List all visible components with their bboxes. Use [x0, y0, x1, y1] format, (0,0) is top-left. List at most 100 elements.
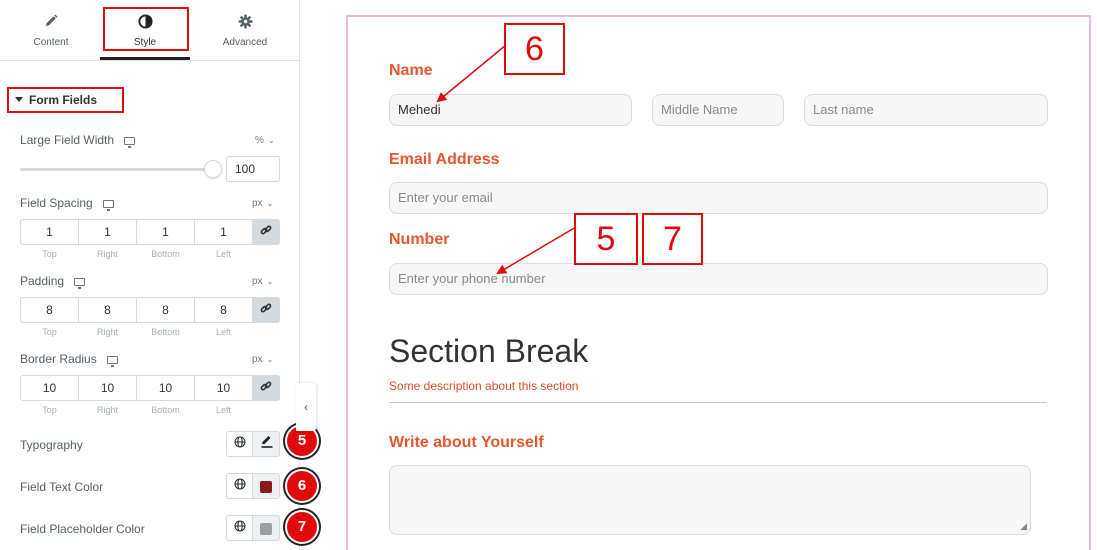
typography-edit-button[interactable] — [253, 431, 280, 457]
tab-style[interactable]: Style — [100, 0, 190, 60]
border-radius-label: Border Radius — [20, 352, 118, 367]
pencil-icon — [6, 14, 96, 30]
field-spacing-bottom[interactable]: 1 — [136, 219, 195, 245]
caret-down-icon — [15, 97, 23, 103]
border-radius-bottom[interactable]: 10 — [136, 375, 195, 401]
editor-panel: Content Style Advanced Form Fields Large… — [0, 0, 319, 550]
about-textarea[interactable]: ◢ — [389, 465, 1031, 535]
globe-icon[interactable] — [226, 431, 253, 457]
field-spacing-left[interactable]: 1 — [194, 219, 253, 245]
field-placeholder-color-control — [226, 515, 280, 541]
panel-tabs: Content Style Advanced — [0, 0, 300, 61]
dim-label-bottom: Bottom — [151, 249, 180, 259]
field-spacing-dimensions: 1 1 1 1 Top Right Bottom Left — [20, 219, 280, 259]
padding-left[interactable]: 8 — [194, 297, 253, 323]
tab-advanced-label: Advanced — [222, 37, 268, 48]
border-radius-right[interactable]: 10 — [78, 375, 137, 401]
chevron-down-icon: ⌄ — [266, 355, 274, 364]
large-field-width-slider[interactable] — [20, 168, 212, 171]
field-text-color-control — [226, 473, 280, 499]
tab-content[interactable]: Content — [6, 0, 96, 60]
section-break-description: Some description about this section — [389, 379, 579, 393]
field-placeholder-color-picker[interactable] — [253, 515, 280, 541]
field-text-color-label: Field Text Color — [20, 480, 104, 494]
globe-icon[interactable] — [226, 515, 253, 541]
color-swatch — [260, 523, 272, 535]
dim-label-bottom: Bottom — [151, 405, 180, 415]
globe-icon[interactable] — [226, 473, 253, 499]
dim-label-left: Left — [215, 327, 231, 337]
last-name-input[interactable]: Last name — [804, 94, 1048, 126]
field-spacing-text: Field Spacing — [20, 196, 93, 210]
callout-7: 7 — [642, 213, 703, 265]
first-name-input[interactable]: Mehedi — [389, 94, 632, 126]
tab-content-label: Content — [33, 37, 69, 48]
tab-style-label: Style — [133, 37, 157, 48]
email-input[interactable]: Enter your email — [389, 182, 1048, 214]
resize-handle-icon[interactable]: ◢ — [1020, 521, 1027, 532]
chevron-down-icon: ⌄ — [266, 199, 274, 208]
dim-label-right: Right — [96, 405, 118, 415]
email-label: Email Address — [389, 151, 500, 168]
field-text-color-picker[interactable] — [253, 473, 280, 499]
large-field-width-unit[interactable]: % ⌄ — [255, 135, 275, 146]
padding-unit[interactable]: px ⌄ — [252, 276, 273, 287]
field-spacing-right[interactable]: 1 — [78, 219, 137, 245]
link-icon[interactable] — [252, 297, 280, 323]
border-radius-dimensions: 10 10 10 10 Top Right Bottom Left — [20, 375, 280, 415]
dim-label-right: Right — [96, 249, 118, 259]
name-label: Name — [389, 62, 433, 79]
large-field-width-input[interactable]: 100 — [226, 156, 280, 182]
border-radius-top[interactable]: 10 — [20, 375, 79, 401]
padding-bottom[interactable]: 8 — [136, 297, 195, 323]
contrast-icon — [100, 14, 190, 30]
field-spacing-unit[interactable]: px ⌄ — [252, 198, 273, 209]
callout-5: 5 — [574, 213, 638, 265]
collapse-panel-button[interactable]: ‹ — [296, 383, 316, 431]
field-spacing-top[interactable]: 1 — [20, 219, 79, 245]
typography-control — [226, 431, 280, 457]
dim-label-left: Left — [215, 405, 231, 415]
step-badge-7: 7 — [285, 510, 319, 544]
section-title: Form Fields — [29, 93, 98, 107]
form-fields-section-toggle[interactable]: Form Fields — [7, 87, 124, 113]
number-label: Number — [389, 231, 450, 248]
padding-right[interactable]: 8 — [78, 297, 137, 323]
section-divider — [389, 402, 1047, 403]
border-radius-unit[interactable]: px ⌄ — [252, 354, 273, 365]
large-field-width-label: Large Field Width — [20, 133, 136, 148]
tab-advanced[interactable]: Advanced — [200, 0, 290, 60]
dim-label-top: Top — [42, 249, 57, 259]
desktop-icon[interactable] — [74, 277, 86, 289]
unit-text: px — [252, 354, 263, 365]
step-badge-6: 6 — [285, 469, 319, 503]
link-icon[interactable] — [252, 219, 280, 245]
slider-handle[interactable] — [204, 160, 222, 178]
padding-dimensions: 8 8 8 8 Top Right Bottom Left — [20, 297, 280, 337]
chevron-down-icon: ⌄ — [266, 277, 274, 286]
phone-input[interactable]: Enter your phone number — [389, 263, 1048, 295]
large-field-width-text: Large Field Width — [20, 133, 115, 147]
dim-label-top: Top — [42, 405, 57, 415]
middle-name-input[interactable]: Middle Name — [652, 94, 784, 126]
desktop-icon[interactable] — [102, 199, 114, 211]
link-icon[interactable] — [252, 375, 280, 401]
about-label: Write about Yourself — [389, 434, 544, 451]
border-radius-text: Border Radius — [20, 352, 97, 366]
unit-text: % — [255, 135, 264, 146]
section-break-title: Section Break — [389, 333, 589, 369]
unit-text: px — [252, 198, 263, 209]
border-radius-left[interactable]: 10 — [194, 375, 253, 401]
field-placeholder-color-label: Field Placeholder Color — [20, 522, 145, 536]
padding-label: Padding — [20, 274, 86, 289]
chevron-left-icon: ‹ — [304, 400, 308, 414]
gear-icon — [200, 14, 290, 30]
chevron-down-icon: ⌄ — [267, 136, 275, 145]
padding-top[interactable]: 8 — [20, 297, 79, 323]
desktop-icon[interactable] — [106, 355, 118, 367]
field-spacing-label: Field Spacing — [20, 196, 114, 211]
pencil-icon — [253, 432, 280, 458]
desktop-icon[interactable] — [124, 136, 136, 148]
padding-text: Padding — [20, 274, 65, 288]
dim-label-left: Left — [215, 249, 231, 259]
